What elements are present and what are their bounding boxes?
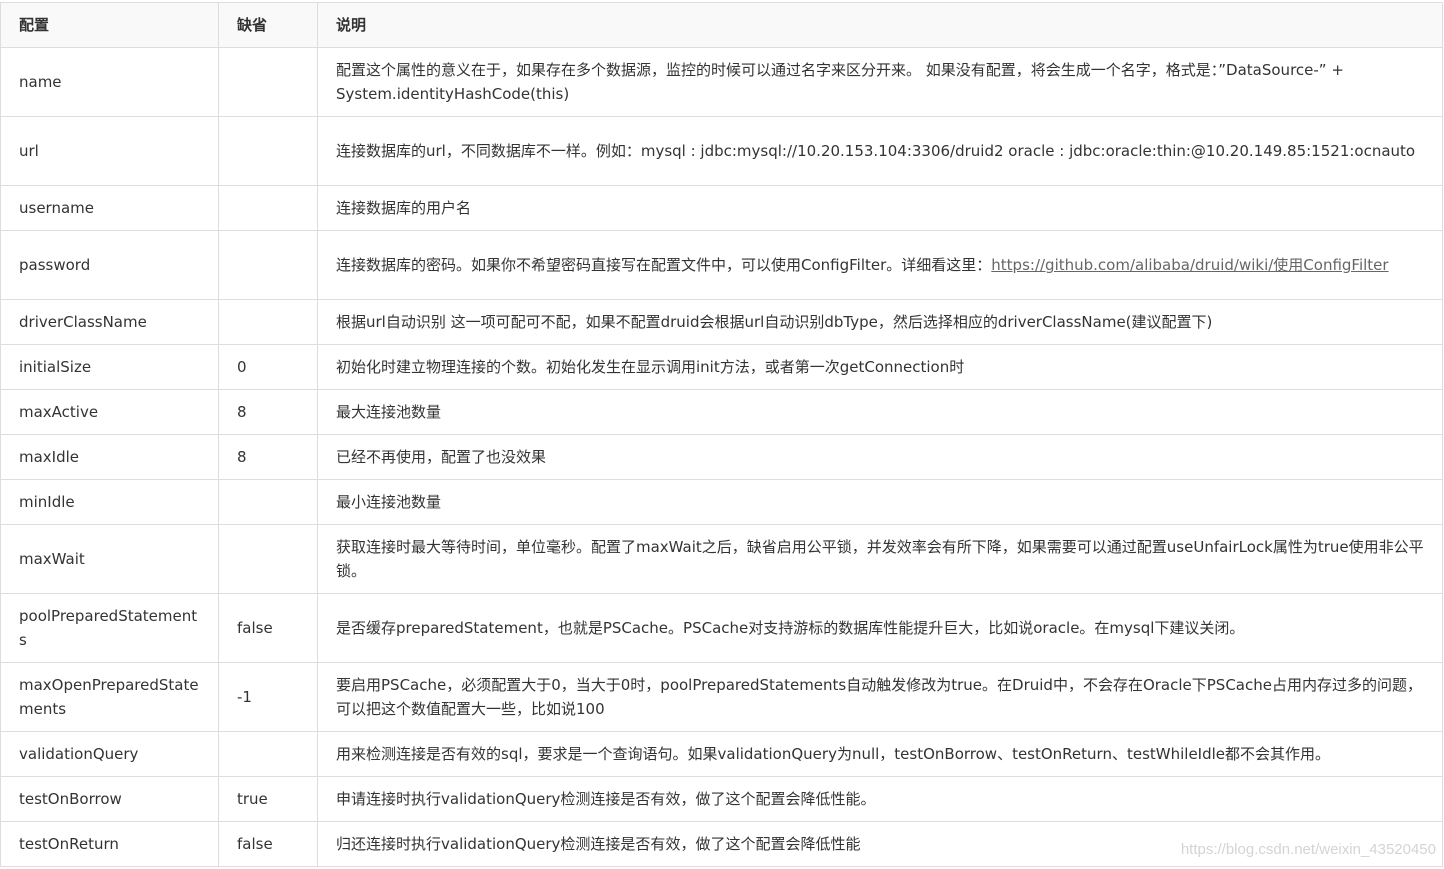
header-description: 说明 (317, 2, 1443, 48)
config-description: 根据url自动识别 这一项可配可不配，如果不配置druid会根据url自动识别d… (317, 299, 1443, 345)
config-default (218, 47, 318, 117)
config-description: 连接数据库的密码。如果你不希望密码直接写在配置文件中，可以使用ConfigFil… (317, 230, 1443, 300)
config-default (218, 185, 318, 231)
config-description: 最小连接池数量 (317, 479, 1443, 525)
config-default: true (218, 776, 318, 822)
config-default: 8 (218, 389, 318, 435)
config-default (218, 230, 318, 300)
table-row: maxActive 8 最大连接池数量 (0, 389, 1443, 435)
table-row: maxIdle 8 已经不再使用，配置了也没效果 (0, 434, 1443, 480)
config-name: maxActive (0, 389, 219, 435)
table-row: url 连接数据库的url，不同数据库不一样。例如：mysql : jdbc:m… (0, 116, 1443, 186)
config-description: 用来检测连接是否有效的sql，要求是一个查询语句。如果validationQue… (317, 731, 1443, 777)
table-row: maxWait 获取连接时最大等待时间，单位毫秒。配置了maxWait之后，缺省… (0, 524, 1443, 594)
table-row: password 连接数据库的密码。如果你不希望密码直接写在配置文件中，可以使用… (0, 230, 1443, 300)
config-name: maxIdle (0, 434, 219, 480)
table-row: poolPreparedStatements false 是否缓存prepare… (0, 593, 1443, 663)
table-row: name 配置这个属性的意义在于，如果存在多个数据源，监控的时候可以通过名字来区… (0, 47, 1443, 117)
config-table: 配置 缺省 说明 name 配置这个属性的意义在于，如果存在多个数据源，监控的时… (0, 2, 1443, 867)
config-default: false (218, 821, 318, 867)
config-name: name (0, 47, 219, 117)
config-description: 是否缓存preparedStatement，也就是PSCache。PSCache… (317, 593, 1443, 663)
table-row: testOnBorrow true 申请连接时执行validationQuery… (0, 776, 1443, 822)
config-name: minIdle (0, 479, 219, 525)
table-row: initialSize 0 初始化时建立物理连接的个数。初始化发生在显示调用in… (0, 344, 1443, 390)
config-description: 申请连接时执行validationQuery检测连接是否有效，做了这个配置会降低… (317, 776, 1443, 822)
config-description: 最大连接池数量 (317, 389, 1443, 435)
config-description: 已经不再使用，配置了也没效果 (317, 434, 1443, 480)
config-name: maxOpenPreparedStatements (0, 662, 219, 732)
config-default (218, 116, 318, 186)
config-description: 连接数据库的用户名 (317, 185, 1443, 231)
config-default: -1 (218, 662, 318, 732)
table-row: driverClassName 根据url自动识别 这一项可配可不配，如果不配置… (0, 299, 1443, 345)
table-row: minIdle 最小连接池数量 (0, 479, 1443, 525)
config-name: testOnReturn (0, 821, 219, 867)
config-name: testOnBorrow (0, 776, 219, 822)
config-default: false (218, 593, 318, 663)
config-name: driverClassName (0, 299, 219, 345)
configfilter-wiki-link[interactable]: https://github.com/alibaba/druid/wiki/使用… (991, 256, 1388, 274)
table-row: validationQuery 用来检测连接是否有效的sql，要求是一个查询语句… (0, 731, 1443, 777)
config-default (218, 479, 318, 525)
description-text: 连接数据库的密码。如果你不希望密码直接写在配置文件中，可以使用ConfigFil… (336, 256, 992, 274)
config-description: 配置这个属性的意义在于，如果存在多个数据源，监控的时候可以通过名字来区分开来。 … (317, 47, 1443, 117)
header-config: 配置 (0, 2, 219, 48)
watermark-text: https://blog.csdn.net/weixin_43520450 (1180, 841, 1436, 858)
config-name: validationQuery (0, 731, 219, 777)
config-name: username (0, 185, 219, 231)
header-default: 缺省 (218, 2, 318, 48)
config-default (218, 731, 318, 777)
config-default (218, 524, 318, 594)
config-name: poolPreparedStatements (0, 593, 219, 663)
config-default: 0 (218, 344, 318, 390)
table-row: username 连接数据库的用户名 (0, 185, 1443, 231)
config-name: maxWait (0, 524, 219, 594)
config-name: password (0, 230, 219, 300)
config-description: 初始化时建立物理连接的个数。初始化发生在显示调用init方法，或者第一次getC… (317, 344, 1443, 390)
config-default (218, 299, 318, 345)
config-default: 8 (218, 434, 318, 480)
config-description: 获取连接时最大等待时间，单位毫秒。配置了maxWait之后，缺省启用公平锁，并发… (317, 524, 1443, 594)
config-name: url (0, 116, 219, 186)
config-description: 连接数据库的url，不同数据库不一样。例如：mysql : jdbc:mysql… (317, 116, 1443, 186)
table-row: maxOpenPreparedStatements -1 要启用PSCache，… (0, 662, 1443, 732)
config-name: initialSize (0, 344, 219, 390)
config-description: 要启用PSCache，必须配置大于0，当大于0时，poolPreparedSta… (317, 662, 1443, 732)
table-header-row: 配置 缺省 说明 (0, 2, 1443, 48)
